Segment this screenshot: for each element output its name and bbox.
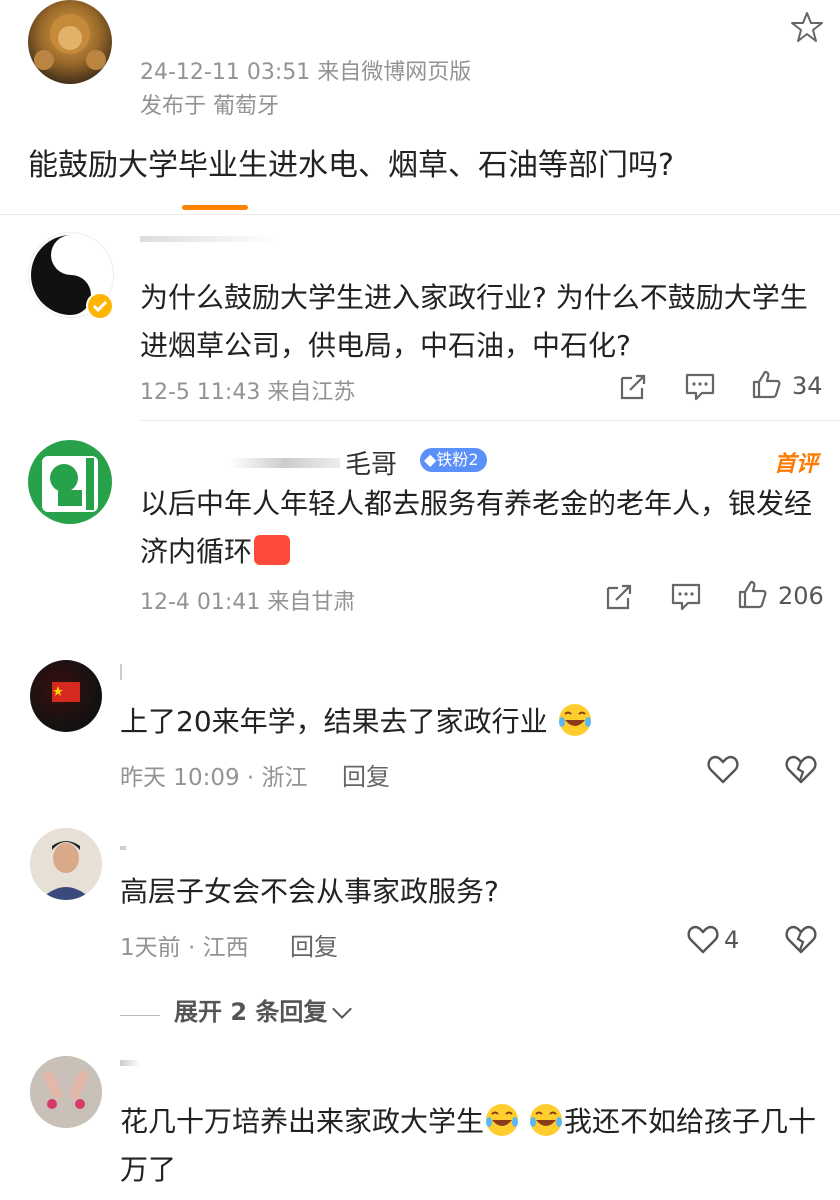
comment-meta: 12-4 01:41 来自甘肃 bbox=[140, 590, 356, 615]
commenter-avatar[interactable] bbox=[30, 1056, 102, 1128]
lion-image bbox=[34, 14, 106, 70]
expand-replies-label: 展开 2 条回复 bbox=[174, 998, 328, 1026]
comment-text: 为什么鼓励大学生进入家政行业? 为什么不鼓励大学生进烟草公司，供电局，中石油，中… bbox=[140, 281, 808, 362]
emoji-icon bbox=[254, 535, 291, 565]
comment-meta: 12-5 11:43 来自江苏 bbox=[140, 380, 356, 405]
green-logo-image bbox=[42, 456, 98, 512]
post-location: 发布于 葡萄牙 bbox=[140, 94, 279, 119]
broken-heart-icon[interactable] bbox=[784, 922, 818, 956]
laugh-cry-emoji-icon bbox=[530, 1104, 563, 1136]
commenter-name-obscured bbox=[120, 664, 130, 680]
comment-icon[interactable] bbox=[684, 372, 716, 402]
comment-icon[interactable] bbox=[670, 582, 702, 612]
reply-button[interactable]: 回复 bbox=[342, 757, 390, 792]
comment-text-content: 上了20来年学，结果去了家政行业 bbox=[120, 705, 548, 738]
like-thumb-icon[interactable] bbox=[736, 578, 768, 610]
like-count: 206 bbox=[778, 582, 824, 610]
comment-meta: 1天前 · 江西 bbox=[120, 935, 249, 961]
comment-meta: 昨天 10:09 · 浙江 bbox=[120, 765, 308, 791]
reply-button[interactable]: 回复 bbox=[290, 927, 338, 962]
laugh-cry-emoji-icon bbox=[486, 1104, 519, 1136]
like-thumb-icon[interactable] bbox=[750, 368, 782, 400]
like-count: 4 bbox=[724, 926, 740, 954]
share-icon[interactable] bbox=[604, 582, 634, 612]
tab-indicator bbox=[182, 205, 248, 210]
laugh-cry-emoji-icon bbox=[558, 704, 591, 736]
comment-text: 高层子女会不会从事家政服务? bbox=[120, 875, 499, 908]
commenter-name-obscured bbox=[120, 1060, 140, 1066]
post-text: 能鼓励大学毕业生进水电、烟草、石油等部门吗? bbox=[28, 148, 674, 183]
fan-badge-label: 铁粉2 bbox=[436, 450, 479, 469]
commenter-avatar[interactable] bbox=[30, 660, 102, 732]
hands-photo-image bbox=[30, 1056, 102, 1128]
diamond-icon: ◆ bbox=[424, 450, 437, 469]
comment-text: 花几十万培养出来家政大学生 我还不如给孩子几十万了 bbox=[120, 1098, 820, 1194]
comment-text: 上了20来年学，结果去了家政行业 bbox=[120, 702, 593, 742]
share-icon[interactable] bbox=[618, 372, 648, 402]
commenter-name-obscured bbox=[230, 458, 340, 468]
flag-image bbox=[52, 682, 80, 702]
person-photo-image bbox=[30, 828, 102, 900]
expand-replies-button[interactable]: 展开 2 条回复 bbox=[120, 992, 353, 1026]
commenter-avatar[interactable] bbox=[30, 828, 102, 900]
fan-badge: ◆铁粉2 bbox=[420, 448, 487, 472]
commenter-name-obscured bbox=[140, 236, 280, 242]
divider bbox=[0, 214, 840, 215]
divider bbox=[140, 420, 840, 421]
heart-icon[interactable] bbox=[686, 922, 720, 956]
poster-avatar[interactable] bbox=[28, 0, 112, 84]
favorite-star-icon[interactable] bbox=[790, 10, 824, 44]
commenter-name[interactable]: 毛哥 bbox=[345, 444, 397, 481]
like-count: 34 bbox=[792, 372, 823, 400]
commenter-name-obscured bbox=[120, 846, 126, 850]
comment-text: 以后中年人年轻人都去服务有养老金的老年人，银发经济内循环 bbox=[140, 480, 830, 576]
comment-text-content: 花几十万培养出来家政大学生 bbox=[120, 1105, 485, 1138]
expand-line bbox=[120, 1015, 160, 1016]
broken-heart-icon[interactable] bbox=[784, 752, 818, 786]
first-comment-tag: 首评 bbox=[774, 452, 819, 477]
post-meta: 24-12-11 03:51 来自微博网页版 bbox=[140, 60, 472, 85]
commenter-avatar[interactable] bbox=[28, 440, 112, 524]
verified-badge-icon bbox=[86, 292, 114, 320]
comment-text-content: 以后中年人年轻人都去服务有养老金的老年人，银发经济内循环 bbox=[140, 487, 813, 568]
heart-icon[interactable] bbox=[706, 752, 740, 786]
chevron-down-icon bbox=[332, 999, 353, 1019]
